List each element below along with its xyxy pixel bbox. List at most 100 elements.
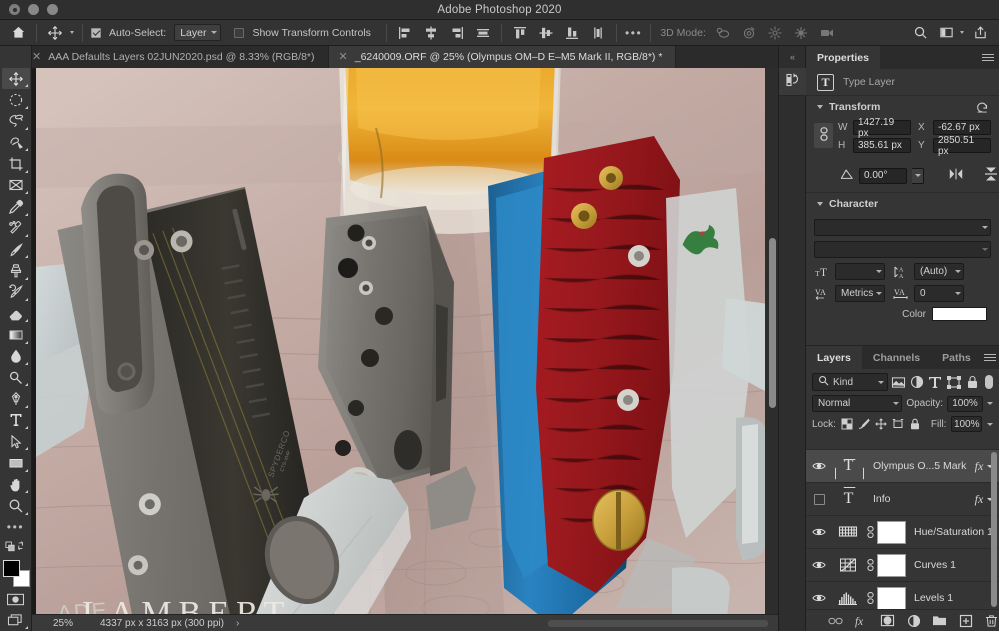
pixel-layer-filter-icon[interactable]	[891, 374, 906, 391]
rectangle-tool[interactable]	[2, 452, 30, 473]
angle-input[interactable]: 0.00°	[859, 167, 907, 184]
kerning-dropdown[interactable]: Metrics	[835, 285, 885, 302]
layers-vertical-scrollbar[interactable]	[991, 452, 997, 607]
crop-tool[interactable]	[2, 153, 30, 174]
align-left-edges-button[interactable]	[392, 20, 418, 46]
layer-name[interactable]: Info	[865, 493, 969, 505]
adjustment-layer-thumbnail[interactable]	[832, 524, 863, 540]
layer-name[interactable]: Levels 1	[906, 592, 999, 604]
character-section-header[interactable]: Character	[806, 193, 999, 215]
layer-visibility-toggle[interactable]	[806, 493, 832, 505]
new-adjustment-layer-button[interactable]	[906, 613, 921, 629]
hand-tool[interactable]	[2, 474, 30, 495]
pen-tool[interactable]	[2, 388, 30, 409]
align-top-edges-button[interactable]	[507, 20, 533, 46]
eyedropper-tool[interactable]	[2, 196, 30, 217]
object-selection-tool[interactable]	[2, 132, 30, 153]
chevron-down-icon[interactable]	[817, 105, 823, 109]
show-transform-checkbox[interactable]	[234, 27, 245, 38]
layer-visibility-toggle[interactable]	[806, 527, 832, 537]
tab-properties[interactable]: Properties	[806, 46, 880, 69]
width-input[interactable]: 1427.19 px	[853, 117, 911, 139]
properties-panel-menu-button[interactable]	[977, 46, 999, 69]
expand-panels-icon[interactable]: «	[779, 46, 805, 68]
layer-name[interactable]: Olympus O...5 Mark II	[865, 460, 969, 472]
tab-layers[interactable]: Layers	[806, 346, 862, 369]
slide-3d-button[interactable]	[788, 20, 814, 46]
eraser-tool[interactable]	[2, 303, 30, 324]
shape-layer-filter-icon[interactable]	[946, 374, 961, 391]
flip-vertical-button[interactable]	[983, 166, 999, 185]
align-right-edges-button[interactable]	[444, 20, 470, 46]
search-button[interactable]	[907, 20, 933, 46]
lock-transparent-pixels-icon[interactable]	[841, 417, 853, 431]
add-layer-style-button[interactable]: fx	[854, 613, 869, 629]
delete-layer-button[interactable]	[984, 613, 999, 629]
move-tool[interactable]	[1, 68, 30, 90]
default-colors-button[interactable]	[2, 538, 30, 557]
dodge-tool[interactable]	[2, 367, 30, 388]
transform-section-header[interactable]: Transform	[806, 96, 999, 118]
zoom-button[interactable]	[47, 4, 58, 15]
align-bottom-edges-button[interactable]	[559, 20, 585, 46]
close-tab-icon[interactable]: ✕	[339, 51, 348, 63]
orbit-3d-button[interactable]	[710, 20, 736, 46]
minimize-button[interactable]	[28, 4, 39, 15]
add-layer-mask-button[interactable]	[880, 613, 895, 629]
constrain-proportions-button[interactable]	[814, 123, 833, 148]
x-input[interactable]: -62.67 px	[933, 120, 991, 135]
blur-tool[interactable]	[2, 346, 30, 367]
tool-preset-chevron-icon[interactable]	[70, 31, 74, 34]
blend-mode-dropdown[interactable]: Normal	[812, 395, 903, 412]
history-panel-button[interactable]	[779, 68, 807, 96]
document-tab-1[interactable]: ✕ _6240009.ORF @ 25% (Olympus OM–D E–M5 …	[328, 46, 677, 68]
zoom-tool[interactable]	[2, 495, 30, 516]
chevron-down-icon[interactable]	[817, 202, 823, 206]
auto-select-dropdown[interactable]: Layer	[174, 24, 222, 41]
layer-visibility-toggle[interactable]	[806, 593, 832, 603]
angle-dropdown-chevron-icon[interactable]	[911, 167, 925, 184]
roll-3d-button[interactable]	[736, 20, 762, 46]
link-layers-button[interactable]	[828, 613, 843, 629]
table-row[interactable]: T Olympus O...5 Mark II fx	[806, 450, 999, 483]
font-size-input[interactable]	[835, 263, 885, 280]
flip-horizontal-button[interactable]	[948, 167, 964, 184]
history-brush-tool[interactable]	[2, 282, 30, 303]
active-tool-button[interactable]	[42, 20, 77, 46]
canvas-vertical-scrollbar[interactable]	[769, 238, 776, 408]
camera-3d-button[interactable]	[814, 20, 840, 46]
layers-panel-menu-button[interactable]	[982, 346, 999, 369]
layer-mask-thumbnail[interactable]	[877, 520, 906, 544]
auto-select-checkbox[interactable]	[91, 27, 101, 38]
foreground-color-swatch[interactable]	[2, 560, 20, 578]
pan-3d-button[interactable]	[762, 20, 788, 46]
opacity-input[interactable]: 100%	[947, 395, 983, 412]
filter-kind-dropdown[interactable]: Kind	[812, 373, 888, 391]
align-horizontal-centers-button[interactable]	[418, 20, 444, 46]
edit-toolbar-button[interactable]: •••	[2, 517, 30, 538]
table-row[interactable]: Curves 1	[806, 549, 999, 582]
table-row[interactable]: T Info fx	[806, 483, 999, 516]
new-layer-button[interactable]	[958, 613, 973, 629]
color-swatches[interactable]	[2, 559, 30, 588]
distribute-vertical-button[interactable]	[585, 20, 611, 46]
lock-all-icon[interactable]	[909, 417, 921, 431]
leading-input[interactable]: (Auto)	[914, 263, 964, 280]
spot-healing-brush-tool[interactable]	[2, 218, 30, 239]
smart-object-filter-icon[interactable]	[965, 374, 980, 391]
layer-mask-thumbnail[interactable]	[877, 553, 906, 577]
elliptical-marquee-tool[interactable]	[2, 89, 30, 110]
layer-thumbnail[interactable]: T	[832, 457, 865, 475]
font-style-dropdown[interactable]	[814, 241, 991, 258]
mask-link-icon[interactable]	[863, 525, 877, 539]
auto-select-option[interactable]: Auto-Select: Layer	[88, 20, 224, 46]
status-expand-arrow-icon[interactable]: ›	[236, 618, 239, 629]
distribute-horizontal-button[interactable]	[470, 20, 496, 46]
layer-list[interactable]: T Olympus O...5 Mark II fx T Info fx Hue…	[806, 449, 999, 609]
y-input[interactable]: 2850.51 px	[933, 135, 991, 157]
tracking-dropdown[interactable]: 0	[914, 285, 964, 302]
new-group-button[interactable]	[932, 613, 947, 629]
fill-chevron-down-icon[interactable]	[987, 422, 993, 426]
layer-thumbnail[interactable]: T	[832, 490, 865, 508]
lock-image-pixels-icon[interactable]	[858, 417, 870, 431]
